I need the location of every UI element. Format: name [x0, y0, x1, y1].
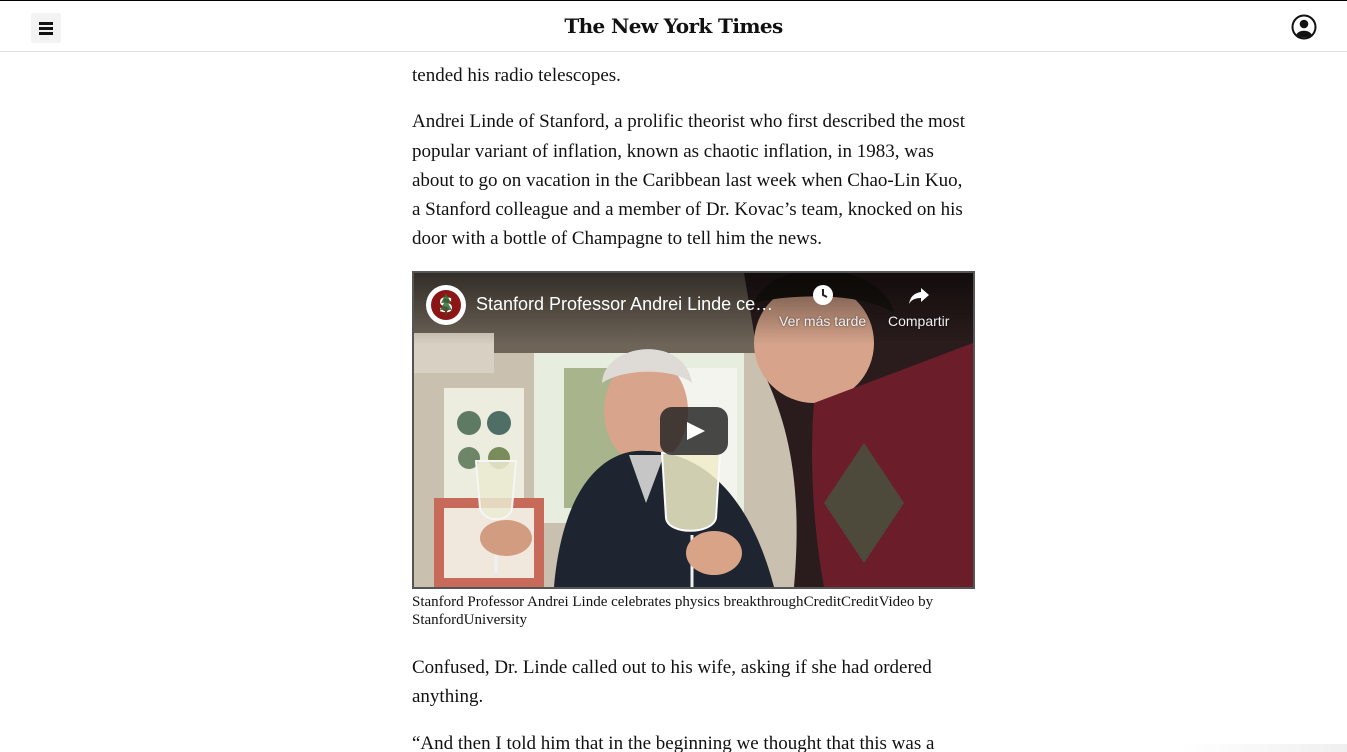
- video-caption: Stanford Professor Andrei Linde celebrat…: [412, 593, 975, 629]
- video-title[interactable]: Stanford Professor Andrei Linde ce…: [476, 294, 776, 315]
- clock-icon: [812, 284, 833, 305]
- paragraph-telescopes: tended his radio telescopes.: [412, 61, 982, 90]
- paragraph-line: “And then I told him that in the beginni…: [412, 733, 935, 752]
- site-logo[interactable]: The New York Times: [0, 14, 1347, 38]
- paragraph-quote: “And then I told him that in the beginni…: [412, 729, 982, 752]
- bottom-fade: [1180, 744, 1347, 752]
- paragraph-line: tended his radio telescopes.: [412, 65, 621, 86]
- paragraph-line: door with a bottle of Champagne to tell …: [412, 228, 823, 250]
- watch-later-label: Ver más tarde: [779, 312, 867, 329]
- watch-later-button[interactable]: Ver más tarde: [779, 283, 866, 329]
- caption-text: Stanford Professor Andrei Linde celebrat…: [412, 593, 804, 610]
- account-button[interactable]: [1291, 14, 1317, 40]
- paragraph-line: a Stanford colleague and a member of Dr.…: [412, 199, 963, 221]
- play-icon: [687, 421, 705, 440]
- article-body: tended his radio telescopes. Andrei Lind…: [412, 30, 982, 752]
- video-player[interactable]: S Stanford Professor Andrei Linde ce… Ve…: [412, 270, 975, 589]
- share-arrow-icon: [908, 287, 929, 304]
- site-header: The New York Times: [0, 0, 1347, 52]
- stanford-tree-logo-icon[interactable]: S: [426, 284, 466, 325]
- paragraph-line: anything.: [412, 686, 484, 708]
- paragraph-confused: Confused, Dr. Linde called out to his wi…: [412, 653, 982, 712]
- share-label: Compartir: [888, 312, 950, 329]
- paragraph-line: popular variant of inflation, known as c…: [412, 140, 934, 162]
- paragraph-line: Andrei Linde of Stanford, a prolific the…: [412, 111, 965, 133]
- paragraph-line: Confused, Dr. Linde called out to his wi…: [412, 656, 932, 678]
- paragraph-linde: Andrei Linde of Stanford, a prolific the…: [412, 107, 982, 253]
- user-account-icon: [1291, 14, 1317, 40]
- share-button[interactable]: Compartir: [888, 283, 949, 329]
- page: The New York Times tended his radio tele…: [0, 0, 1347, 752]
- caption-credit-label: CreditCredit: [803, 593, 879, 610]
- paragraph-line: about to go on vacation in the Caribbean…: [412, 169, 963, 191]
- play-button[interactable]: [660, 406, 728, 455]
